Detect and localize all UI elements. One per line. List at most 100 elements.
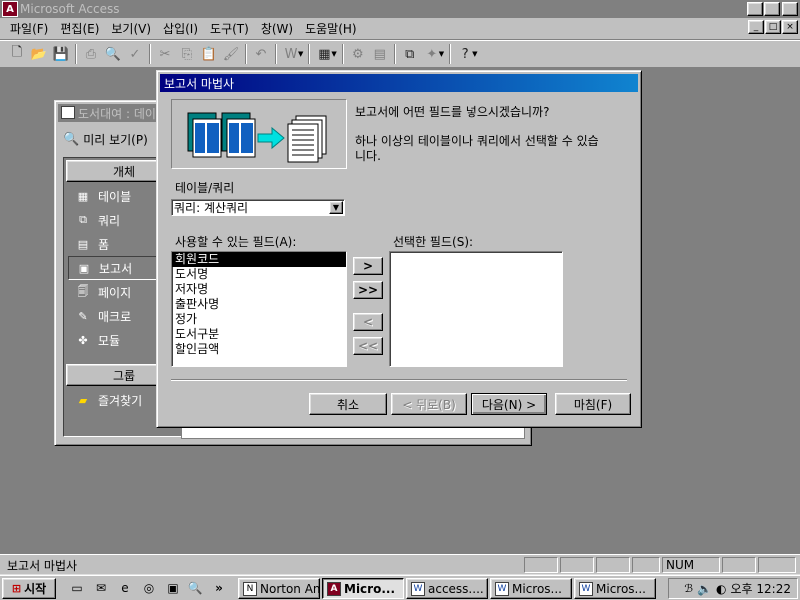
status-bar: 보고서 마법사 NUM — [0, 554, 800, 574]
task-word-access[interactable]: W access.... — [406, 578, 488, 599]
database-icon — [61, 106, 75, 119]
toolbar-separator — [449, 44, 452, 64]
show-desktop-icon[interactable]: ▭ — [68, 579, 86, 597]
toolbar-separator — [245, 44, 247, 64]
toolbar-separator — [149, 44, 151, 64]
save-icon[interactable]: 💾 — [50, 43, 72, 65]
open-icon[interactable]: 📂 — [28, 43, 50, 65]
selected-fields-label: 선택한 필드(S): — [393, 235, 474, 249]
list-item[interactable]: 출판사명 — [172, 297, 346, 312]
status-cell — [758, 557, 796, 573]
relationships-icon[interactable]: ⧉ — [399, 43, 421, 65]
menu-tools[interactable]: 도구(T) — [204, 20, 255, 38]
print-icon[interactable]: ⎙ — [80, 43, 102, 65]
mdi-close-button[interactable]: × — [782, 20, 798, 34]
mdi-restore-button[interactable]: □ — [765, 20, 781, 34]
num-lock-indicator: NUM — [662, 557, 720, 573]
add-all-fields-button[interactable]: >> — [353, 281, 383, 299]
task-label: access.... — [428, 581, 484, 596]
list-item[interactable]: 정가 — [172, 312, 346, 327]
remove-field-button[interactable]: < — [353, 313, 383, 331]
search-icon[interactable]: 🔍 — [186, 579, 204, 597]
ime-icon[interactable]: ℬ — [684, 582, 693, 595]
page-icon: 🗐 — [77, 284, 89, 298]
chevron-down-icon[interactable]: ▼ — [331, 50, 336, 58]
preview-button[interactable]: 🔍 미리 보기(P) — [63, 127, 148, 151]
back-button[interactable]: < 뒤로(B) — [391, 393, 467, 415]
paste-icon[interactable]: 📋 — [198, 43, 220, 65]
quick-launch-icon[interactable]: ▣ — [164, 579, 182, 597]
chevron-down-icon[interactable]: ▼ — [472, 50, 477, 58]
toolbar-separator — [341, 44, 344, 64]
module-icon: ✤ — [78, 333, 88, 347]
status-cell — [524, 557, 558, 573]
menu-window[interactable]: 창(W) — [255, 20, 299, 38]
list-item[interactable]: 회원코드 — [172, 252, 346, 267]
quick-launch-overflow[interactable]: » — [210, 579, 228, 597]
volume-icon[interactable]: 🔈 — [697, 582, 712, 596]
mdi-minimize-button[interactable]: _ — [748, 20, 764, 34]
favorites-label: 즐겨찾기 — [98, 393, 143, 408]
table-query-select[interactable]: 쿼리: 계산쿼리 ▼ — [171, 199, 345, 216]
list-item[interactable]: 도서명 — [172, 267, 346, 282]
chevron-down-icon[interactable]: ▼ — [298, 50, 303, 58]
dialog-title-bar[interactable]: 보고서 마법사 — [160, 74, 638, 92]
selected-fields-list[interactable] — [389, 251, 563, 367]
copy-icon[interactable]: ⎘ — [176, 43, 198, 65]
menu-help[interactable]: 도움말(H) — [299, 20, 363, 38]
menu-insert[interactable]: 삽입(I) — [157, 20, 204, 38]
task-norton[interactable]: N Norton Anti... — [238, 578, 320, 599]
new-icon[interactable]: 🗋 — [6, 43, 28, 65]
chevron-down-icon[interactable]: ▼ — [439, 50, 444, 58]
task-word-2[interactable]: W Micros... — [574, 578, 656, 599]
toolbar: 🗋 📂 💾 ⎙ 🔍 ✓ ✂ ⎘ 📋 🖌 ↶ W ▼ ▦ ▼ ⚙ ▤ ⧉ ✦ ▼ ? ▼ — [0, 40, 800, 68]
start-label: 시작 — [24, 582, 47, 596]
wizard-illustration-icon — [187, 112, 327, 163]
app-title-bar[interactable]: A Microsoft Access _ □ × — [0, 0, 800, 18]
report-wizard-dialog: 보고서 마법사 보고서에 어떤 필드를 넣으시겠습니까? 하나 이상의 테이블이… — [156, 70, 642, 428]
remove-all-fields-button[interactable]: << — [353, 337, 383, 355]
properties-icon[interactable]: ⚙ — [347, 43, 369, 65]
table-icon: ▦ — [77, 189, 89, 203]
antivirus-icon[interactable]: ◐ — [716, 582, 726, 596]
next-button[interactable]: 다음(N) > — [471, 393, 547, 415]
cut-icon[interactable]: ✂ — [154, 43, 176, 65]
list-item[interactable]: 도서구분 — [172, 327, 346, 342]
toolbar-separator — [308, 44, 311, 64]
close-button[interactable]: × — [782, 2, 798, 16]
list-item[interactable]: 저자명 — [172, 282, 346, 297]
spelling-icon[interactable]: ✓ — [124, 43, 146, 65]
database-window-title: 도서대여 : 데이 — [78, 106, 156, 121]
add-field-button[interactable]: > — [353, 257, 383, 275]
menu-file[interactable]: 파일(F) — [4, 20, 54, 38]
preview-icon: 🔍 — [63, 131, 80, 147]
start-button[interactable]: ⊞ 시작 — [2, 578, 56, 599]
outlook-icon[interactable]: ✉ — [92, 579, 110, 597]
object-label: 모듈 — [98, 333, 121, 348]
status-cell — [632, 557, 660, 573]
available-fields-list[interactable]: 회원코드 도서명 저자명 출판사명 정가 도서구분 할인금액 — [171, 251, 347, 367]
format-painter-icon[interactable]: 🖌 — [220, 43, 242, 65]
list-item[interactable]: 할인금액 — [172, 342, 346, 357]
print-preview-icon[interactable]: 🔍 — [102, 43, 124, 65]
task-word-1[interactable]: W Micros... — [490, 578, 572, 599]
finish-button[interactable]: 마침(F) — [555, 393, 631, 415]
menu-edit[interactable]: 편집(E) — [54, 20, 105, 38]
cancel-button[interactable]: 취소 — [309, 393, 387, 415]
word-icon: W — [495, 581, 509, 596]
internet-explorer-icon[interactable]: e — [116, 579, 134, 597]
maximize-button[interactable]: □ — [764, 2, 780, 16]
wizard-question: 보고서에 어떤 필드를 넣으시겠습니까? — [355, 105, 550, 119]
wizard-illustration — [171, 99, 347, 169]
chevron-down-icon[interactable]: ▼ — [329, 201, 343, 214]
channels-icon[interactable]: ◎ — [140, 579, 158, 597]
task-access[interactable]: A Micro... — [322, 578, 404, 599]
access-app-icon[interactable]: A — [2, 1, 18, 17]
menu-view[interactable]: 보기(V) — [105, 20, 157, 38]
code-icon[interactable]: ▤ — [369, 43, 391, 65]
undo-icon[interactable]: ↶ — [250, 43, 272, 65]
status-cell — [722, 557, 756, 573]
form-icon: ▤ — [77, 237, 89, 251]
clock[interactable]: 오후 12:22 — [731, 580, 791, 597]
minimize-button[interactable]: _ — [747, 2, 763, 16]
